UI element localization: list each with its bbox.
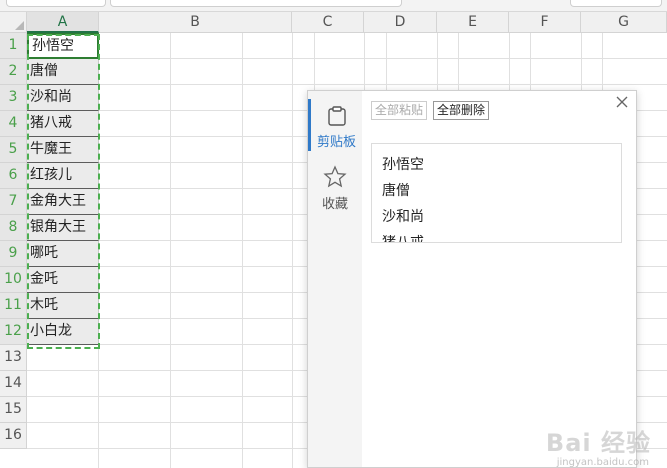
cell-a3[interactable]: 沙和尚 [27, 85, 99, 111]
favorites-tab-label: 收藏 [321, 197, 348, 212]
clipboard-icon [327, 106, 346, 126]
select-all-corner[interactable] [0, 12, 27, 33]
clipboard-item[interactable]: 沙和尚 [372, 204, 621, 230]
column-header-g[interactable]: G [581, 12, 667, 33]
clipboard-panel: 剪贴板 收藏 全部粘贴 全部删除 孙悟空 唐僧 沙和尚 猪八戒 [307, 90, 637, 468]
sheet-tab-shape [6, 0, 106, 7]
star-icon [323, 165, 347, 188]
cell-a6[interactable]: 红孩儿 [27, 163, 99, 189]
cell-a9[interactable]: 哪吒 [27, 241, 99, 267]
cell-a11[interactable]: 木吒 [27, 293, 99, 319]
cell-a7[interactable]: 金角大王 [27, 189, 99, 215]
watermark-logo: Bai 经验 [545, 429, 651, 457]
row-header[interactable]: 5 [0, 137, 27, 163]
clipboard-item[interactable]: 孙悟空 [372, 152, 621, 178]
clipboard-panel-sidebar: 剪贴板 收藏 [308, 91, 362, 467]
cell-a12[interactable]: 小白龙 [27, 319, 99, 345]
cell-a10[interactable]: 金吒 [27, 267, 99, 293]
clipboard-tab-label: 剪贴板 [316, 135, 356, 150]
clipboard-item[interactable]: 唐僧 [372, 178, 621, 204]
column-header-f[interactable]: F [509, 12, 581, 33]
watermark-url: jingyan.baidu.com [556, 457, 649, 468]
row-header[interactable]: 6 [0, 163, 27, 189]
row-header[interactable]: 10 [0, 267, 27, 293]
cell-a5[interactable]: 牛魔王 [27, 137, 99, 163]
column-header-a[interactable]: A [27, 12, 99, 33]
row-header[interactable]: 12 [0, 319, 27, 345]
row-header[interactable]: 8 [0, 215, 27, 241]
row-header[interactable]: 9 [0, 241, 27, 267]
sheet-tab-shape [570, 0, 662, 7]
row-header[interactable]: 15 [0, 397, 27, 423]
delete-all-button[interactable]: 全部删除 [433, 101, 490, 120]
paste-all-button[interactable]: 全部粘贴 [371, 101, 428, 120]
row-header[interactable]: 14 [0, 371, 27, 397]
row-header[interactable]: 3 [0, 85, 27, 111]
row-header[interactable]: 7 [0, 189, 27, 215]
row-header[interactable]: 4 [0, 111, 27, 137]
column-header-e[interactable]: E [437, 12, 509, 33]
window-top-strip [0, 0, 667, 12]
cell-a2[interactable]: 唐僧 [27, 59, 99, 85]
clipboard-item-list[interactable]: 孙悟空 唐僧 沙和尚 猪八戒 [371, 143, 622, 243]
row-header[interactable]: 11 [0, 293, 27, 319]
sheet-tab-shape [110, 0, 402, 7]
cell-a8[interactable]: 银角大王 [27, 215, 99, 241]
row-header[interactable]: 13 [0, 345, 27, 371]
clipboard-item[interactable]: 猪八戒 [372, 230, 621, 242]
row-header[interactable]: 1 [0, 33, 27, 59]
column-header-b[interactable]: B [99, 12, 292, 33]
row-header[interactable]: 16 [0, 423, 27, 449]
clipboard-tab[interactable]: 剪贴板 [308, 99, 362, 151]
close-icon[interactable] [614, 94, 630, 110]
column-header-c[interactable]: C [292, 12, 364, 33]
cell-a4[interactable]: 猪八戒 [27, 111, 99, 137]
favorites-tab[interactable]: 收藏 [308, 165, 362, 213]
cell-a1[interactable]: 孙悟空 [27, 33, 99, 59]
row-header[interactable]: 2 [0, 59, 27, 85]
column-header-d[interactable]: D [364, 12, 437, 33]
grid-line [292, 33, 293, 468]
